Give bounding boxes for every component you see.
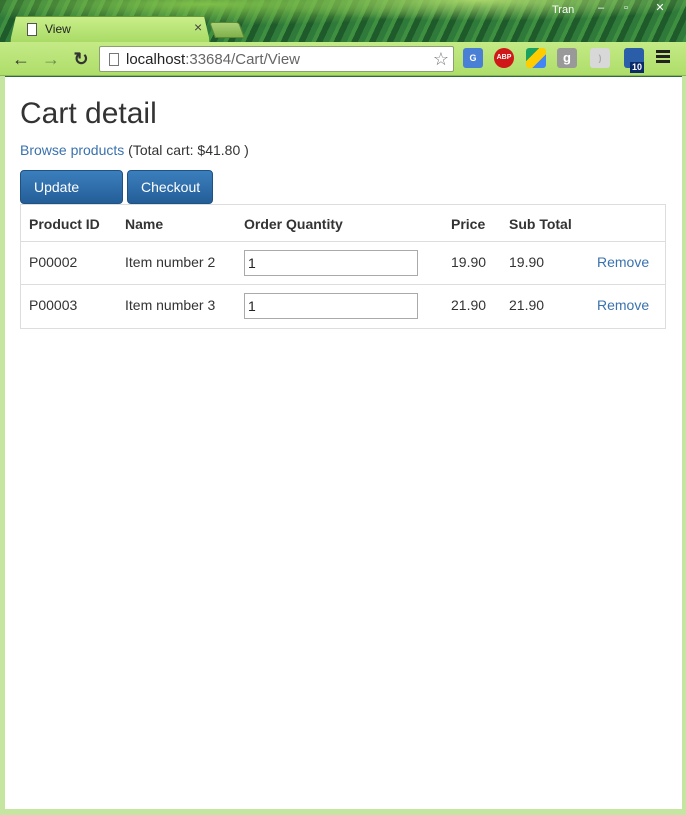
cart-summary-line: Browse products (Total cart: $41.80 ) (20, 142, 249, 158)
url-text[interactable]: localhost:33684/Cart/View (126, 51, 300, 68)
browse-products-link[interactable]: Browse products (20, 142, 124, 158)
window-titlebar: View × Tran ‒ ▫ ✕ (0, 0, 686, 42)
minimize-button[interactable]: ‒ (589, 0, 613, 17)
table-row: P00003 Item number 3 21.90 21.90 Remove (21, 285, 665, 328)
close-window-button[interactable]: ✕ (640, 0, 680, 17)
extension-badge: 10 (630, 62, 645, 73)
product-name: Item number 3 (125, 297, 216, 313)
product-name: Item number 2 (125, 254, 216, 270)
new-tab-button[interactable] (209, 22, 245, 38)
product-price: 19.90 (451, 254, 487, 270)
profile-name[interactable]: Tran (552, 4, 574, 16)
column-header: Product ID (29, 216, 100, 232)
column-header: Order Quantity (244, 216, 343, 232)
google-extension-icon[interactable]: g (557, 48, 577, 68)
cart-table: Product ID Name Order Quantity Price Sub… (20, 204, 666, 329)
quantity-input[interactable] (244, 293, 418, 319)
tab-close-icon[interactable]: × (194, 19, 202, 35)
adblock-extension-icon[interactable]: ABP (494, 48, 514, 68)
reload-icon[interactable]: ↻ (70, 48, 92, 70)
remove-link[interactable]: Remove (597, 254, 649, 270)
product-id: P00002 (29, 254, 78, 270)
column-header: Sub Total (509, 216, 572, 232)
column-header: Name (125, 216, 164, 232)
checkout-button[interactable]: Checkout (127, 170, 213, 204)
rss-extension-icon[interactable]: ) (590, 48, 610, 68)
column-header: Price (451, 216, 486, 232)
update-cart-button[interactable]: Update Cart (20, 170, 123, 227)
browser-tab[interactable]: View × (10, 16, 210, 42)
table-header-row: Product ID Name Order Quantity Price Sub… (21, 205, 665, 242)
page-icon (109, 53, 119, 66)
address-bar[interactable]: localhost:33684/Cart/View ☆ (99, 46, 454, 72)
page-content: Cart detail Browse products (Total cart:… (5, 77, 682, 809)
product-subtotal: 21.90 (509, 297, 545, 313)
window-frame-right (682, 76, 686, 811)
remove-link[interactable]: Remove (597, 297, 649, 313)
page-title: Cart detail (20, 97, 157, 130)
product-price: 21.90 (451, 297, 487, 313)
tab-title: View (45, 22, 71, 36)
page-icon (27, 23, 37, 36)
quantity-input[interactable] (244, 250, 418, 276)
table-row: P00002 Item number 2 19.90 19.90 Remove (21, 242, 665, 285)
bookmark-star-icon[interactable]: ☆ (433, 49, 449, 70)
total-cart-text: (Total cart: $41.80 ) (124, 142, 249, 158)
translate-extension-icon[interactable]: G (463, 48, 483, 68)
back-arrow-icon[interactable]: ← (10, 48, 32, 70)
menu-icon[interactable] (656, 50, 670, 65)
window-frame-bottom (0, 809, 686, 815)
forward-arrow-icon[interactable]: → (40, 48, 62, 70)
drive-extension-icon[interactable] (526, 48, 546, 68)
product-subtotal: 19.90 (509, 254, 545, 270)
maximize-button[interactable]: ▫ (614, 0, 638, 17)
product-id: P00003 (29, 297, 78, 313)
